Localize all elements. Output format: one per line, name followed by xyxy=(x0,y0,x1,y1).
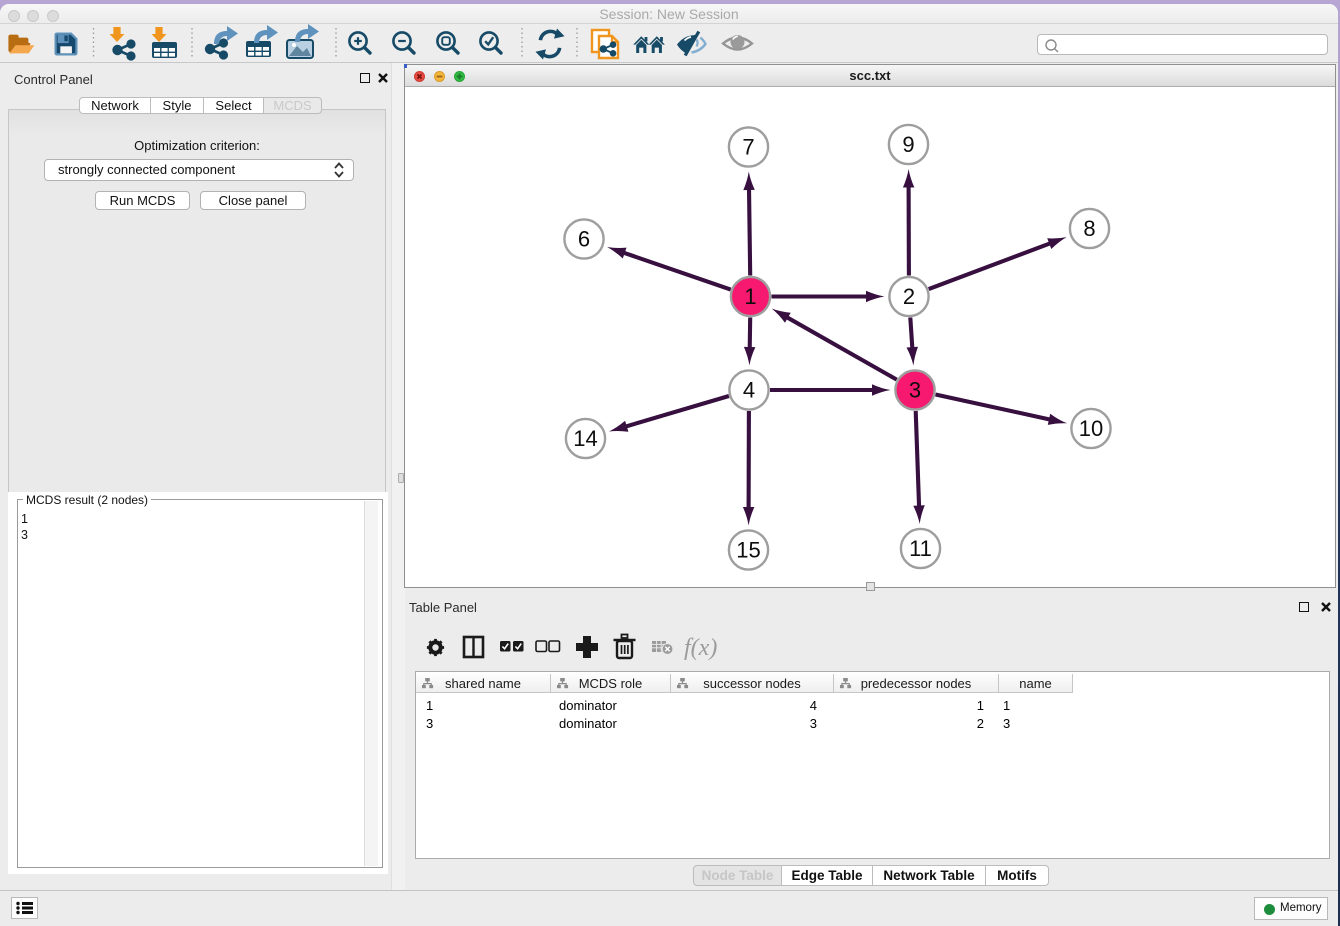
svg-text:14: 14 xyxy=(573,426,597,451)
svg-text:10: 10 xyxy=(1079,416,1103,441)
svg-text:8: 8 xyxy=(1083,216,1095,241)
svg-text:4: 4 xyxy=(743,378,755,403)
svg-text:11: 11 xyxy=(909,536,932,561)
svg-text:15: 15 xyxy=(736,538,760,563)
svg-text:3: 3 xyxy=(909,378,921,403)
svg-text:f(x): f(x) xyxy=(684,635,717,661)
svg-text:1: 1 xyxy=(744,284,756,309)
svg-text:9: 9 xyxy=(902,132,914,157)
svg-text:7: 7 xyxy=(742,135,754,160)
svg-text:6: 6 xyxy=(578,227,590,252)
svg-text:2: 2 xyxy=(903,284,915,309)
